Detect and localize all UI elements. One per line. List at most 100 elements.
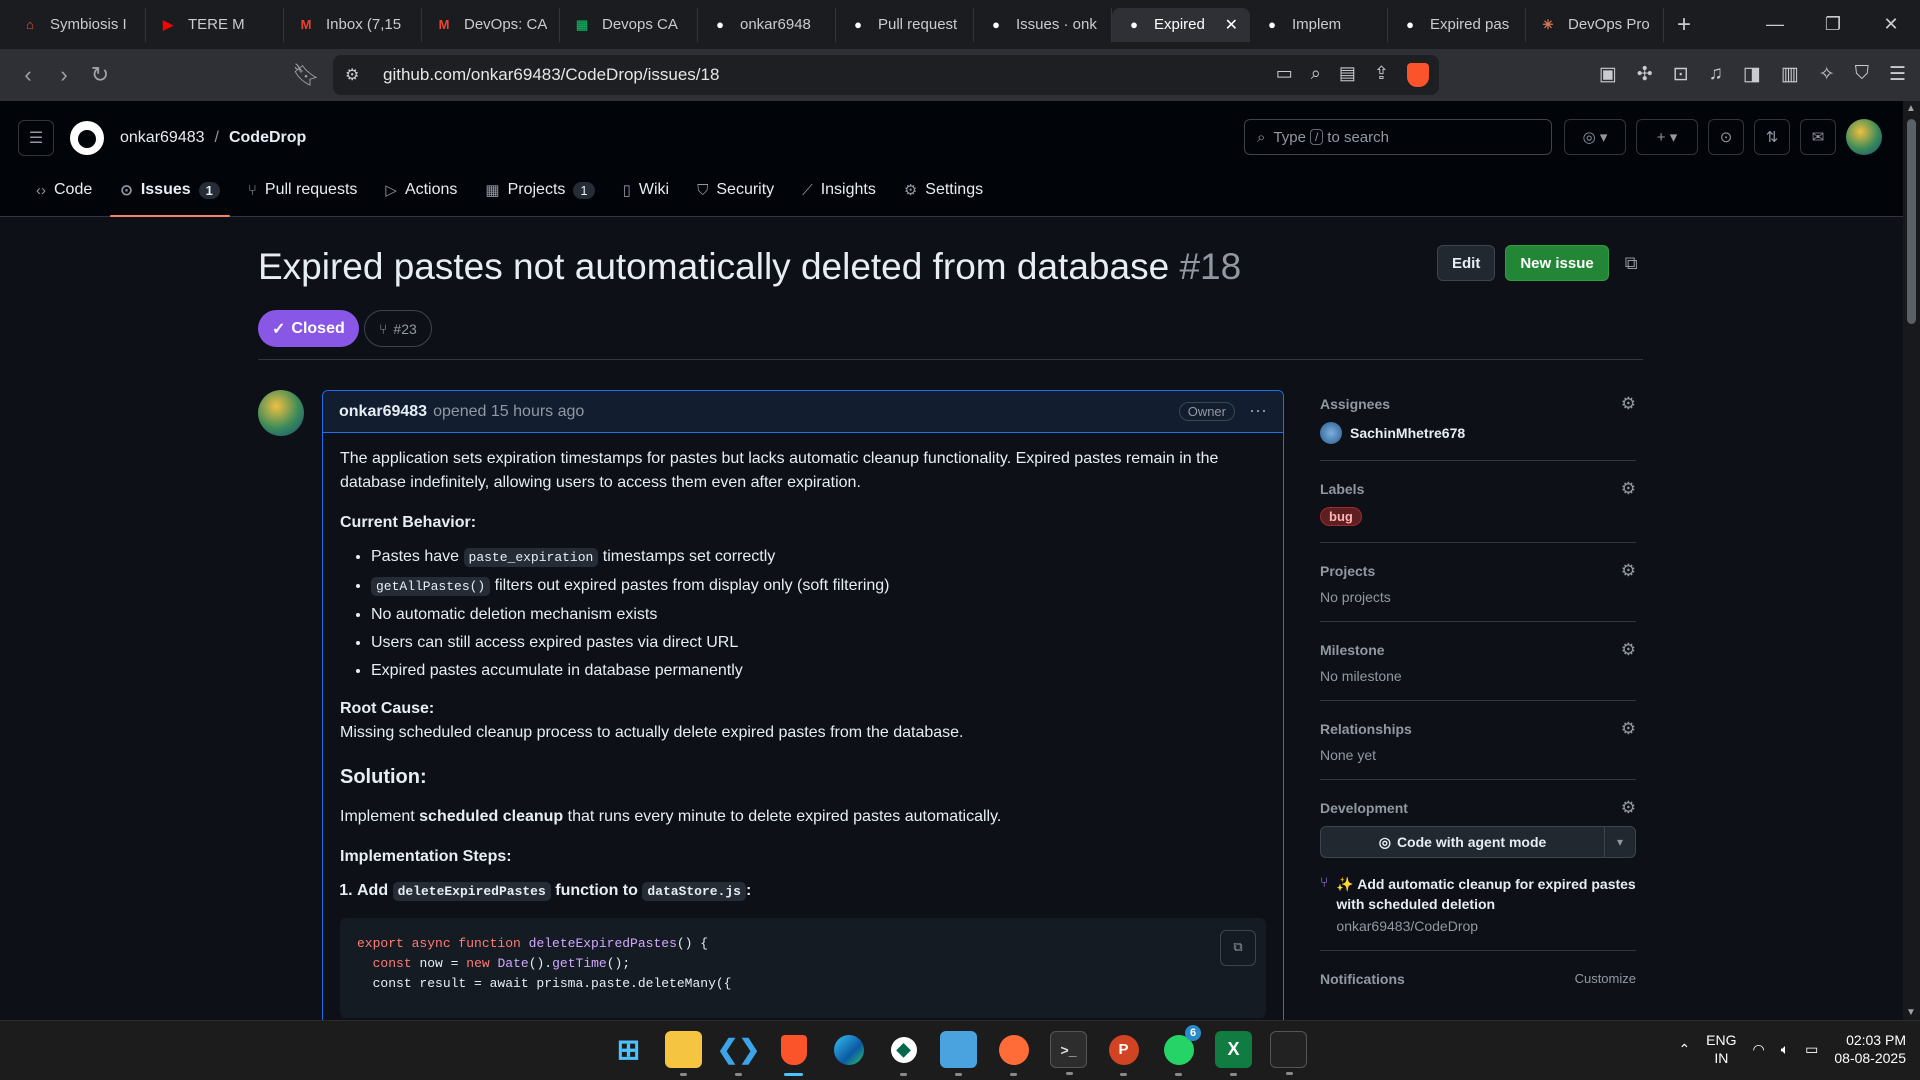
scrollbar-thumb[interactable] (1907, 119, 1916, 324)
brave-browser-icon[interactable] (775, 1031, 812, 1076)
edit-button[interactable]: Edit (1437, 245, 1496, 281)
browser-tab[interactable]: ● Pull request (836, 7, 974, 42)
hamburger-menu-button[interactable]: ☰ (18, 120, 54, 156)
gear-icon[interactable]: ⚙ (1621, 640, 1636, 660)
pull-requests-icon[interactable]: ⇅ (1754, 119, 1790, 155)
github-logo-icon[interactable] (70, 121, 104, 155)
wifi-icon[interactable]: ◠ (1753, 1041, 1765, 1058)
extensions-icon[interactable]: ✣ (1637, 63, 1653, 86)
tab-settings[interactable]: ⚙ Settings (894, 163, 993, 217)
battery-icon[interactable]: ▭ (1805, 1041, 1818, 1058)
vscode-icon[interactable]: ❮❯ (717, 1031, 760, 1076)
powerpoint-icon[interactable]: P (1105, 1031, 1142, 1076)
browser-tab[interactable]: ● Issues · onk (974, 7, 1112, 42)
vpn-icon[interactable]: ⛉ (1855, 63, 1869, 86)
minimize-button[interactable]: — (1746, 0, 1804, 49)
notepad-icon[interactable] (940, 1031, 977, 1076)
restore-button[interactable]: ❐ (1804, 0, 1862, 49)
site-info-icon[interactable]: ⚙︎ (345, 65, 359, 85)
postman-icon[interactable] (995, 1031, 1032, 1076)
share-icon[interactable]: ⇪ (1374, 63, 1389, 87)
browser-tab[interactable]: ⌂ Symbiosis I (8, 7, 146, 42)
windows-start-icon[interactable]: ⊞ (610, 1031, 647, 1068)
copilot-button[interactable]: ◎ ▾ (1564, 119, 1626, 155)
browser-tab[interactable]: M DevOps: CA (422, 7, 560, 42)
bookmark-icon[interactable]: 🔖︎ (288, 62, 324, 88)
repo-link[interactable]: CodeDrop (229, 129, 306, 146)
close-tab-icon[interactable]: ✕ (1225, 15, 1238, 35)
tab-projects[interactable]: ▦ Projects 1 (475, 163, 604, 217)
page-scrollbar[interactable]: ▲ ▼ (1903, 101, 1920, 1020)
chevron-up-icon[interactable]: ⌃ (1678, 1041, 1690, 1058)
tab-insights[interactable]: ⟋ Insights (792, 163, 886, 217)
browser-tab[interactable]: ▦ Devops CA (560, 7, 698, 42)
close-window-button[interactable]: ✕ (1862, 0, 1920, 49)
browser-tab[interactable]: M Inbox (7,15 (284, 7, 422, 42)
mongodb-compass-icon[interactable]: ◆ (885, 1031, 922, 1076)
zoom-icon[interactable]: ⌕ (1311, 63, 1321, 87)
inbox-icon[interactable]: ✉ (1800, 119, 1836, 155)
tab-actions[interactable]: ▷ Actions (375, 163, 467, 217)
back-button[interactable]: ‹ (10, 62, 46, 88)
copy-code-button[interactable]: ⧉ (1220, 930, 1256, 966)
terminal-icon[interactable]: >_ (1050, 1031, 1087, 1075)
customize-link[interactable]: Customize (1575, 971, 1636, 997)
browser-tab[interactable]: ● onkar6948 (698, 7, 836, 42)
comment-timestamp[interactable]: opened 15 hours ago (433, 403, 584, 421)
tab-security[interactable]: ⛉ Security (687, 163, 784, 217)
linked-pr-chip[interactable]: ⑂ #23 (364, 310, 432, 347)
issues-icon[interactable]: ⊙ (1708, 119, 1744, 155)
app-icon[interactable] (1270, 1031, 1307, 1075)
reload-button[interactable]: ↻ (82, 62, 118, 88)
browser-tab[interactable]: ● Expired pas (1388, 7, 1526, 42)
gear-icon[interactable]: ⚙ (1621, 394, 1636, 414)
agent-main[interactable]: ◎ Code with agent mode (1321, 827, 1605, 857)
edge-icon[interactable] (830, 1031, 867, 1068)
tab-code[interactable]: ‹› Code (26, 163, 102, 217)
music-icon[interactable]: ♫ (1709, 63, 1723, 86)
reader-icon[interactable]: ▤ (1339, 63, 1356, 87)
new-tab-button[interactable]: + (1664, 11, 1704, 39)
cast-icon[interactable]: ▭ (1276, 63, 1293, 87)
gear-icon[interactable]: ⚙ (1621, 561, 1636, 581)
assignee[interactable]: SachinMhetre678 (1320, 422, 1636, 444)
excel-icon[interactable]: X (1215, 1031, 1252, 1076)
dev-pr-title[interactable]: ✨ Add automatic cleanup for expired past… (1336, 874, 1636, 914)
wallet2-icon[interactable]: ▥ (1781, 63, 1799, 86)
bug-label[interactable]: bug (1320, 507, 1362, 526)
file-explorer-icon[interactable] (665, 1031, 702, 1076)
new-issue-button[interactable]: New issue (1505, 245, 1609, 281)
browser-tab[interactable]: ▶ TERE M (146, 7, 284, 42)
sidebar-icon[interactable]: ◨ (1743, 63, 1761, 86)
create-new-button[interactable]: + ▾ (1636, 119, 1698, 155)
owner-link[interactable]: onkar69483 (120, 129, 205, 146)
scroll-down-icon[interactable]: ▼ (1906, 1007, 1916, 1018)
tab-pull-requests[interactable]: ⑂ Pull requests (238, 163, 368, 217)
forward-button[interactable]: › (46, 62, 82, 88)
code-with-agent-button[interactable]: ◎ Code with agent mode ▾ (1320, 826, 1636, 858)
brave-shields-icon[interactable] (1407, 63, 1429, 87)
browser-tab[interactable]: ✳ DevOps Pro (1526, 7, 1664, 42)
screenshot-icon[interactable]: ⊡ (1673, 63, 1689, 86)
browser-tab[interactable]: ● Expired ✕ (1112, 7, 1250, 42)
menu-icon[interactable]: ☰ (1889, 63, 1906, 86)
gear-icon[interactable]: ⚙ (1621, 798, 1636, 818)
gear-icon[interactable]: ⚙ (1621, 719, 1636, 739)
comment-author[interactable]: onkar69483 (339, 403, 427, 421)
linked-pull-request[interactable]: ⑂ ✨ Add automatic cleanup for expired pa… (1320, 874, 1636, 934)
scroll-up-icon[interactable]: ▲ (1906, 103, 1916, 114)
wallet-icon[interactable]: ▣ (1599, 63, 1617, 86)
volume-icon[interactable]: 🔈︎ (1781, 1041, 1789, 1058)
author-avatar[interactable] (258, 390, 304, 436)
clock[interactable]: 02:03 PM 08-08-2025 (1834, 1031, 1906, 1067)
user-avatar[interactable] (1846, 119, 1882, 155)
copy-link-icon[interactable]: ⧉ (1625, 253, 1638, 274)
language-indicator[interactable]: ENG IN (1706, 1031, 1736, 1067)
search-input[interactable]: ⌕ Type / to search (1244, 119, 1552, 155)
chevron-down-icon[interactable]: ▾ (1605, 827, 1635, 857)
browser-tab[interactable]: ● Implem (1250, 7, 1388, 42)
whatsapp-icon[interactable]: 6 (1160, 1025, 1201, 1076)
leo-ai-icon[interactable]: ✧ (1819, 63, 1835, 86)
tab-issues[interactable]: ⊙ Issues 1 (110, 163, 230, 217)
kebab-menu-icon[interactable]: ⋯ (1249, 401, 1267, 422)
